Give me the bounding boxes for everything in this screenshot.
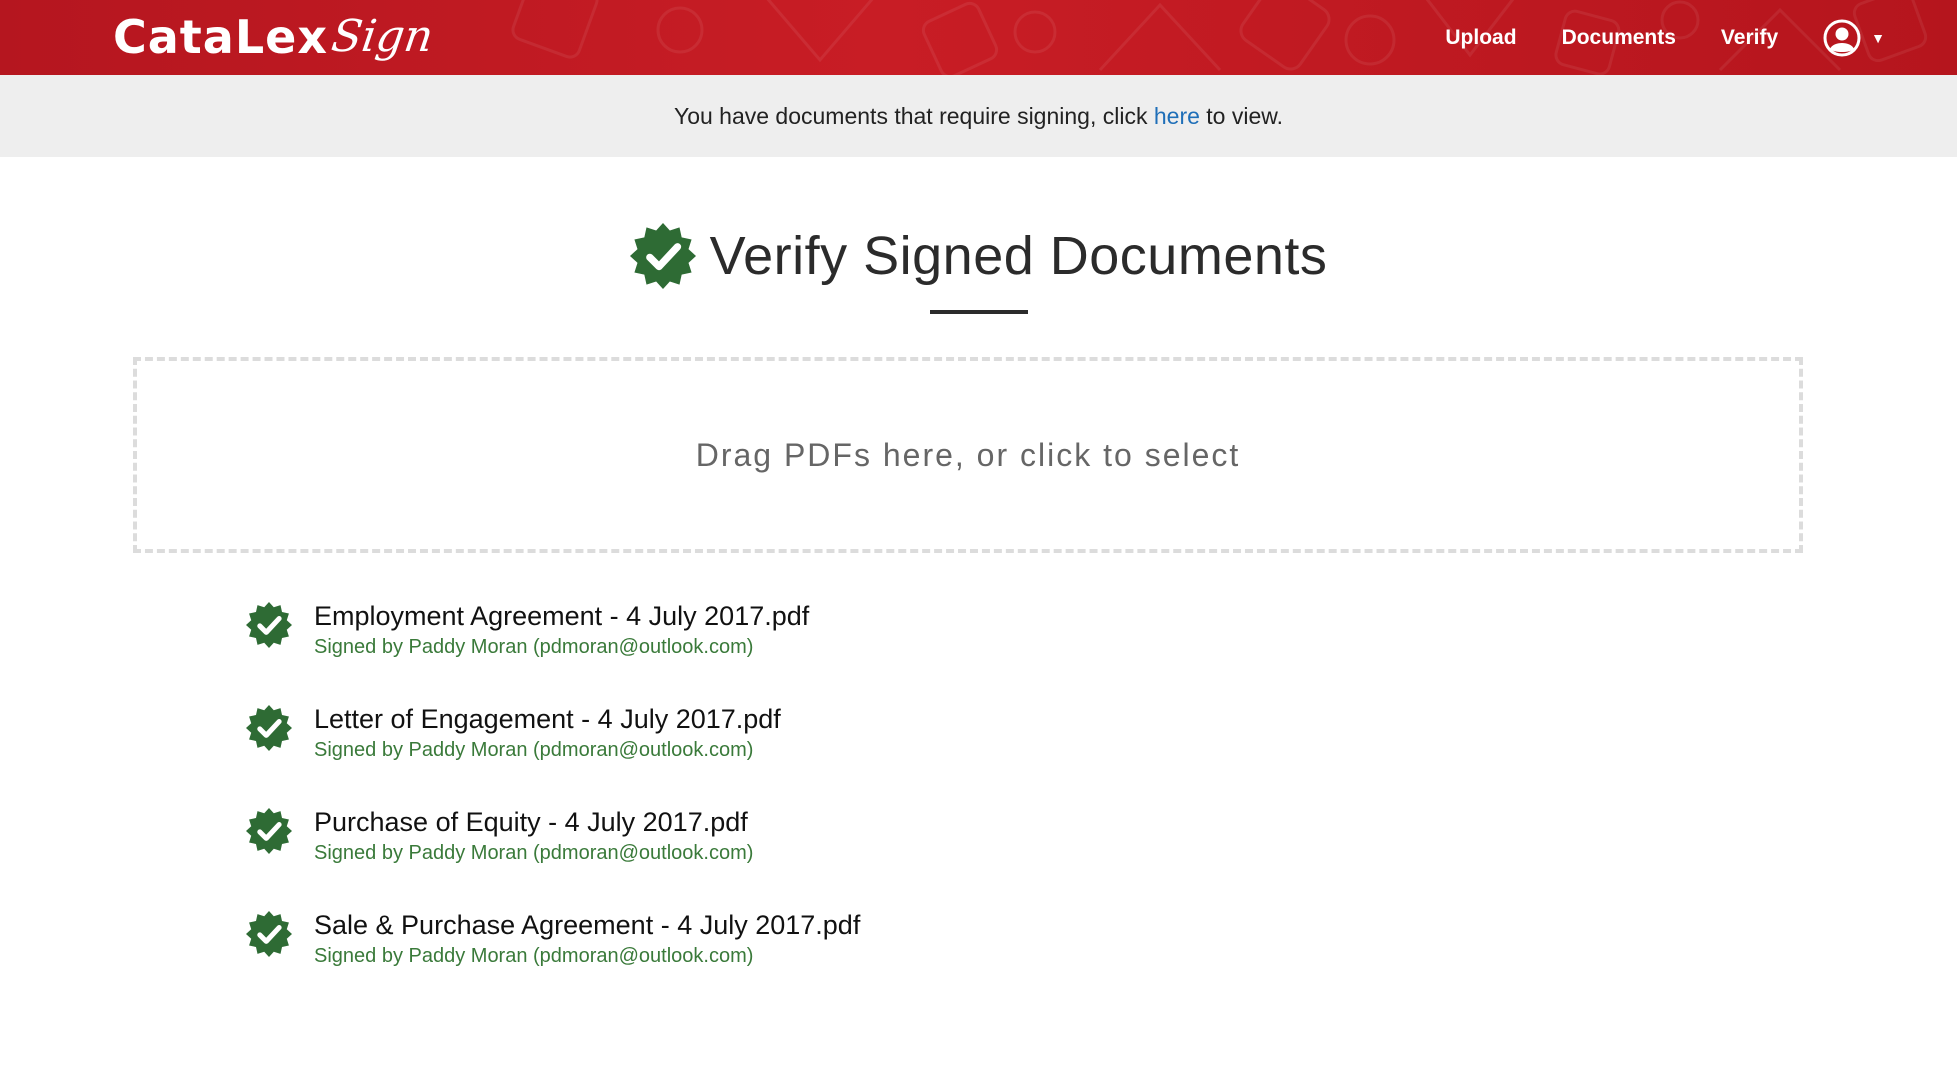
signing-notice: You have documents that require signing,… xyxy=(0,75,1957,157)
verified-badge-icon xyxy=(246,911,292,957)
verified-documents-list: Employment Agreement - 4 July 2017.pdf S… xyxy=(246,600,860,1012)
pdf-dropzone[interactable]: Drag PDFs here, or click to select xyxy=(133,357,1803,553)
title-underline xyxy=(929,310,1028,314)
page-header: Verify Signed Documents xyxy=(0,223,1957,314)
document-signer: Signed by Paddy Moran (pdmoran@outlook.c… xyxy=(314,842,754,865)
dropzone-label: Drag PDFs here, or click to select xyxy=(695,436,1241,473)
list-item: Letter of Engagement - 4 July 2017.pdf S… xyxy=(246,703,860,806)
verified-badge-icon xyxy=(246,602,292,648)
document-signer: Signed by Paddy Moran (pdmoran@outlook.c… xyxy=(314,739,754,762)
document-name: Purchase of Equity - 4 July 2017.pdf xyxy=(314,807,748,837)
user-menu-toggle[interactable]: ▼ xyxy=(1823,19,1885,57)
verified-badge-icon xyxy=(246,705,292,751)
page-title: Verify Signed Documents xyxy=(709,226,1328,286)
list-item: Employment Agreement - 4 July 2017.pdf S… xyxy=(246,600,860,703)
nav-verify[interactable]: Verify xyxy=(1721,26,1778,50)
verified-badge-icon xyxy=(246,808,292,854)
document-name: Letter of Engagement - 4 July 2017.pdf xyxy=(314,704,781,734)
document-name: Sale & Purchase Agreement - 4 July 2017.… xyxy=(314,910,861,940)
notice-text-before: You have documents that require signing,… xyxy=(673,102,1154,129)
nav-upload[interactable]: Upload xyxy=(1445,26,1516,50)
notice-here-link[interactable]: here xyxy=(1154,103,1200,130)
document-signer: Signed by Paddy Moran (pdmoran@outlook.c… xyxy=(314,636,754,659)
brand-name: CataLex xyxy=(113,10,329,64)
top-navbar: CataLex Sign Upload Documents Verify ▼ xyxy=(0,0,1957,75)
list-item: Sale & Purchase Agreement - 4 July 2017.… xyxy=(246,909,860,1012)
notice-text-after: to view. xyxy=(1199,102,1284,129)
brand-script: Sign xyxy=(328,11,437,62)
caret-down-icon: ▼ xyxy=(1871,29,1885,46)
user-circle-icon xyxy=(1823,19,1861,56)
list-item: Purchase of Equity - 4 July 2017.pdf Sig… xyxy=(246,806,860,909)
document-signer: Signed by Paddy Moran (pdmoran@outlook.c… xyxy=(314,945,754,968)
nav-links: Upload Documents Verify ▼ xyxy=(1445,0,1957,75)
verified-badge-icon xyxy=(630,223,696,289)
nav-documents[interactable]: Documents xyxy=(1562,26,1676,50)
brand-logo[interactable]: CataLex Sign xyxy=(113,6,437,68)
document-name: Employment Agreement - 4 July 2017.pdf xyxy=(314,601,810,631)
